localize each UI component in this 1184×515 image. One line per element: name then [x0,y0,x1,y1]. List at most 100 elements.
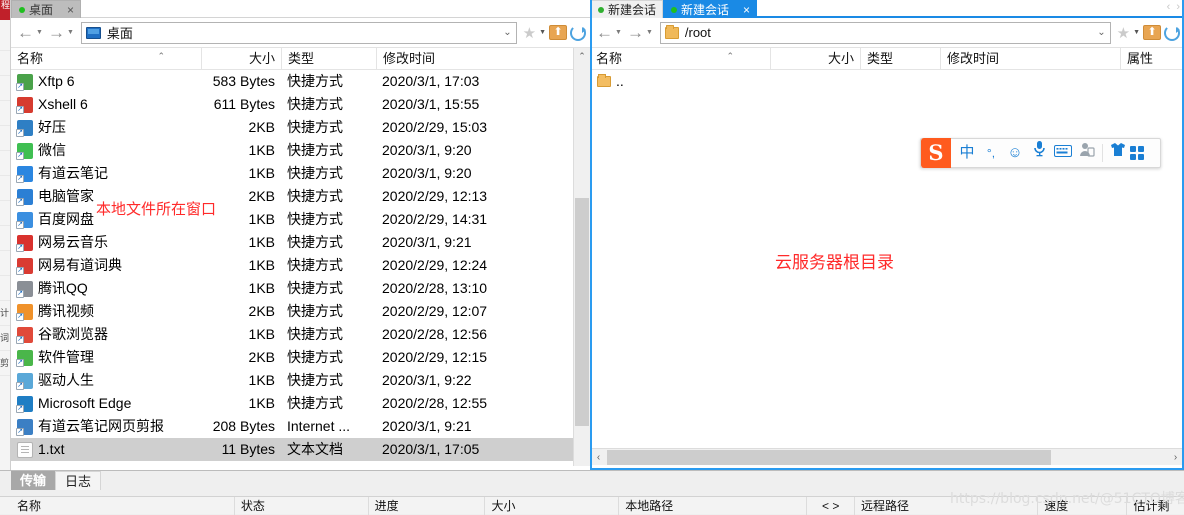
ime-chinese-mode-icon[interactable]: 中 [955,138,979,168]
column-header-type[interactable]: 类型 [860,48,940,70]
table-row[interactable]: Microsoft Edge 1KB 快捷方式 2020/2/28, 12:55 [11,392,573,415]
file-name-label: 驱动人生 [38,372,94,388]
column-header-name[interactable]: 名称 ⌃ [590,48,770,70]
local-back-button[interactable]: ← ▼ [15,23,46,43]
chevron-down-icon[interactable]: ⌄ [1097,27,1105,38]
column-header-type[interactable]: 类型 [281,48,376,70]
remote-tab-label: 新建会话 [608,2,657,17]
tabstrip-nav-arrows[interactable]: ‹ › [1167,1,1180,13]
local-path-input[interactable]: 桌面 ⌄ [80,21,517,44]
remote-tabstrip: 新建会话 新建会话 × ‹ › [590,0,1184,18]
home-up-folder-icon[interactable] [549,24,567,40]
ime-keyboard-icon[interactable] [1051,138,1075,168]
local-tab-desktop[interactable]: 桌面 × [11,0,82,19]
refresh-icon[interactable] [570,24,586,41]
scroll-right-icon[interactable]: › [1167,452,1184,463]
local-forward-button[interactable]: → ▼ [46,23,77,43]
cell-type: 快捷方式 [287,395,343,411]
table-row[interactable]: 有道云笔记 1KB 快捷方式 2020/3/1, 9:20 [11,162,573,185]
column-header-size[interactable]: 大小 [201,48,281,70]
shortcut-icon [16,234,33,252]
column-header-date[interactable]: 修改时间 [376,48,572,70]
table-row[interactable]: 驱动人生 1KB 快捷方式 2020/3/1, 9:22 [11,369,573,392]
ime-microphone-icon[interactable] [1027,138,1051,168]
ime-emoji-icon[interactable]: ☺ [1003,138,1027,168]
transfer-column-local-path[interactable]: 本地路径 [618,496,806,515]
file-name-label: 腾讯QQ [38,280,88,296]
table-row[interactable]: 软件管理 2KB 快捷方式 2020/2/29, 12:15 [11,346,573,369]
table-row[interactable]: Xshell 6 611 Bytes 快捷方式 2020/3/1, 15:55 [11,93,573,116]
local-vertical-scrollbar[interactable]: ⌃ ⌄ [573,48,590,466]
home-up-folder-icon[interactable] [1143,24,1161,40]
shortcut-arrow-icon [16,220,24,229]
remote-back-button[interactable]: ← ▼ [594,23,625,43]
remote-tab-label: 新建会话 [681,2,730,17]
close-icon[interactable]: × [67,1,74,19]
table-row[interactable]: 有道云笔记网页剪报 208 Bytes Internet ... 2020/3/1, … [11,415,573,438]
column-header-date[interactable]: 修改时间 [940,48,1120,70]
tab-transfer[interactable]: 传输 [11,471,56,490]
chevron-down-icon[interactable]: ▼ [539,29,546,36]
file-name-label: 有道云笔记 [38,165,108,181]
scroll-thumb[interactable] [575,198,589,426]
star-icon[interactable]: ★ [1117,24,1130,42]
scroll-left-icon[interactable]: ‹ [590,452,607,463]
scroll-thumb[interactable] [607,449,1051,465]
scroll-up-icon[interactable]: ⌃ [574,48,590,65]
sort-asc-icon: ⌃ [726,50,734,61]
table-row[interactable]: 1.txt 11 Bytes 文本文档 2020/3/1, 17:05 [11,438,573,461]
ime-skin-shirt-icon[interactable] [1106,138,1130,168]
cell-name: 腾讯视频 [11,300,201,323]
chevron-left-icon[interactable]: ‹ [1167,1,1171,13]
shortcut-icon [16,280,33,298]
chevron-down-icon[interactable]: ▼ [646,29,656,36]
file-name-label: 网易有道词典 [38,257,122,273]
transfer-column-direction[interactable]: < > [806,496,854,515]
column-header-size[interactable]: 大小 [770,48,860,70]
table-row[interactable]: 腾讯视频 2KB 快捷方式 2020/2/29, 12:07 [11,300,573,323]
cell-type: 快捷方式 [287,326,343,342]
transfer-column-status[interactable]: 状态 [233,496,368,515]
transfer-column-size[interactable]: 大小 [484,496,618,515]
chevron-down-icon[interactable]: ▼ [36,29,46,36]
background-row [0,276,10,301]
column-header-name[interactable]: 名称 ⌃ [11,48,201,70]
remote-horizontal-scrollbar[interactable]: ‹ › [590,448,1184,465]
close-icon[interactable]: × [743,1,750,19]
file-name-label: 百度网盘 [38,211,94,227]
remote-tab-session-1[interactable]: 新建会话 [590,0,664,18]
table-row[interactable]: 好压 2KB 快捷方式 2020/2/29, 15:03 [11,116,573,139]
table-row[interactable]: 谷歌浏览器 1KB 快捷方式 2020/2/28, 12:56 [11,323,573,346]
transfer-column-name[interactable]: 名称 [11,497,234,515]
sogou-logo-icon[interactable]: S [921,138,951,168]
ime-toolbox-grid-icon[interactable] [1130,146,1154,160]
table-row[interactable]: 微信 1KB 快捷方式 2020/3/1, 9:20 [11,139,573,162]
remote-path-input[interactable]: /root ⌄ [659,21,1111,44]
remote-tab-session-2[interactable]: 新建会话 × [663,0,758,19]
cell-type: 快捷方式 [287,119,343,135]
chevron-down-icon[interactable]: ⌄ [503,27,511,38]
table-row[interactable]: Xftp 6 583 Bytes 快捷方式 2020/3/1, 17:03 [11,70,573,93]
chevron-right-icon[interactable]: › [1176,1,1180,13]
star-icon[interactable]: ★ [523,24,536,42]
table-row[interactable]: .. [590,70,1184,93]
table-row[interactable]: 腾讯QQ 1KB 快捷方式 2020/2/28, 13:10 [11,277,573,300]
cell-date: 2020/2/28, 12:56 [382,326,488,342]
table-row[interactable]: 网易云音乐 1KB 快捷方式 2020/3/1, 9:21 [11,231,573,254]
remote-forward-button[interactable]: → ▼ [625,23,656,43]
chevron-down-icon[interactable]: ▼ [67,29,77,36]
chevron-down-icon[interactable]: ▼ [615,29,625,36]
file-name-label: 1.txt [38,441,65,457]
chevron-down-icon[interactable]: ▼ [1133,29,1140,36]
ime-user-account-icon[interactable] [1075,138,1099,168]
column-header-attr[interactable]: 属性 [1120,48,1178,70]
transfer-column-progress[interactable]: 进度 [367,496,485,515]
cell-name: 腾讯QQ [11,277,201,300]
sogou-ime-toolbar[interactable]: S 中 °, ☺ [920,138,1161,168]
remote-table-header: 名称 ⌃ 大小 类型 修改时间 属性 [590,48,1184,70]
table-row[interactable]: 网易有道词典 1KB 快捷方式 2020/2/29, 12:24 [11,254,573,277]
ime-punctuation-icon[interactable]: °, [979,138,1003,168]
tab-log[interactable]: 日志 [55,471,102,490]
refresh-icon[interactable] [1164,24,1180,41]
background-window-sliver[interactable]: 程 计 词 剪 [0,0,11,515]
